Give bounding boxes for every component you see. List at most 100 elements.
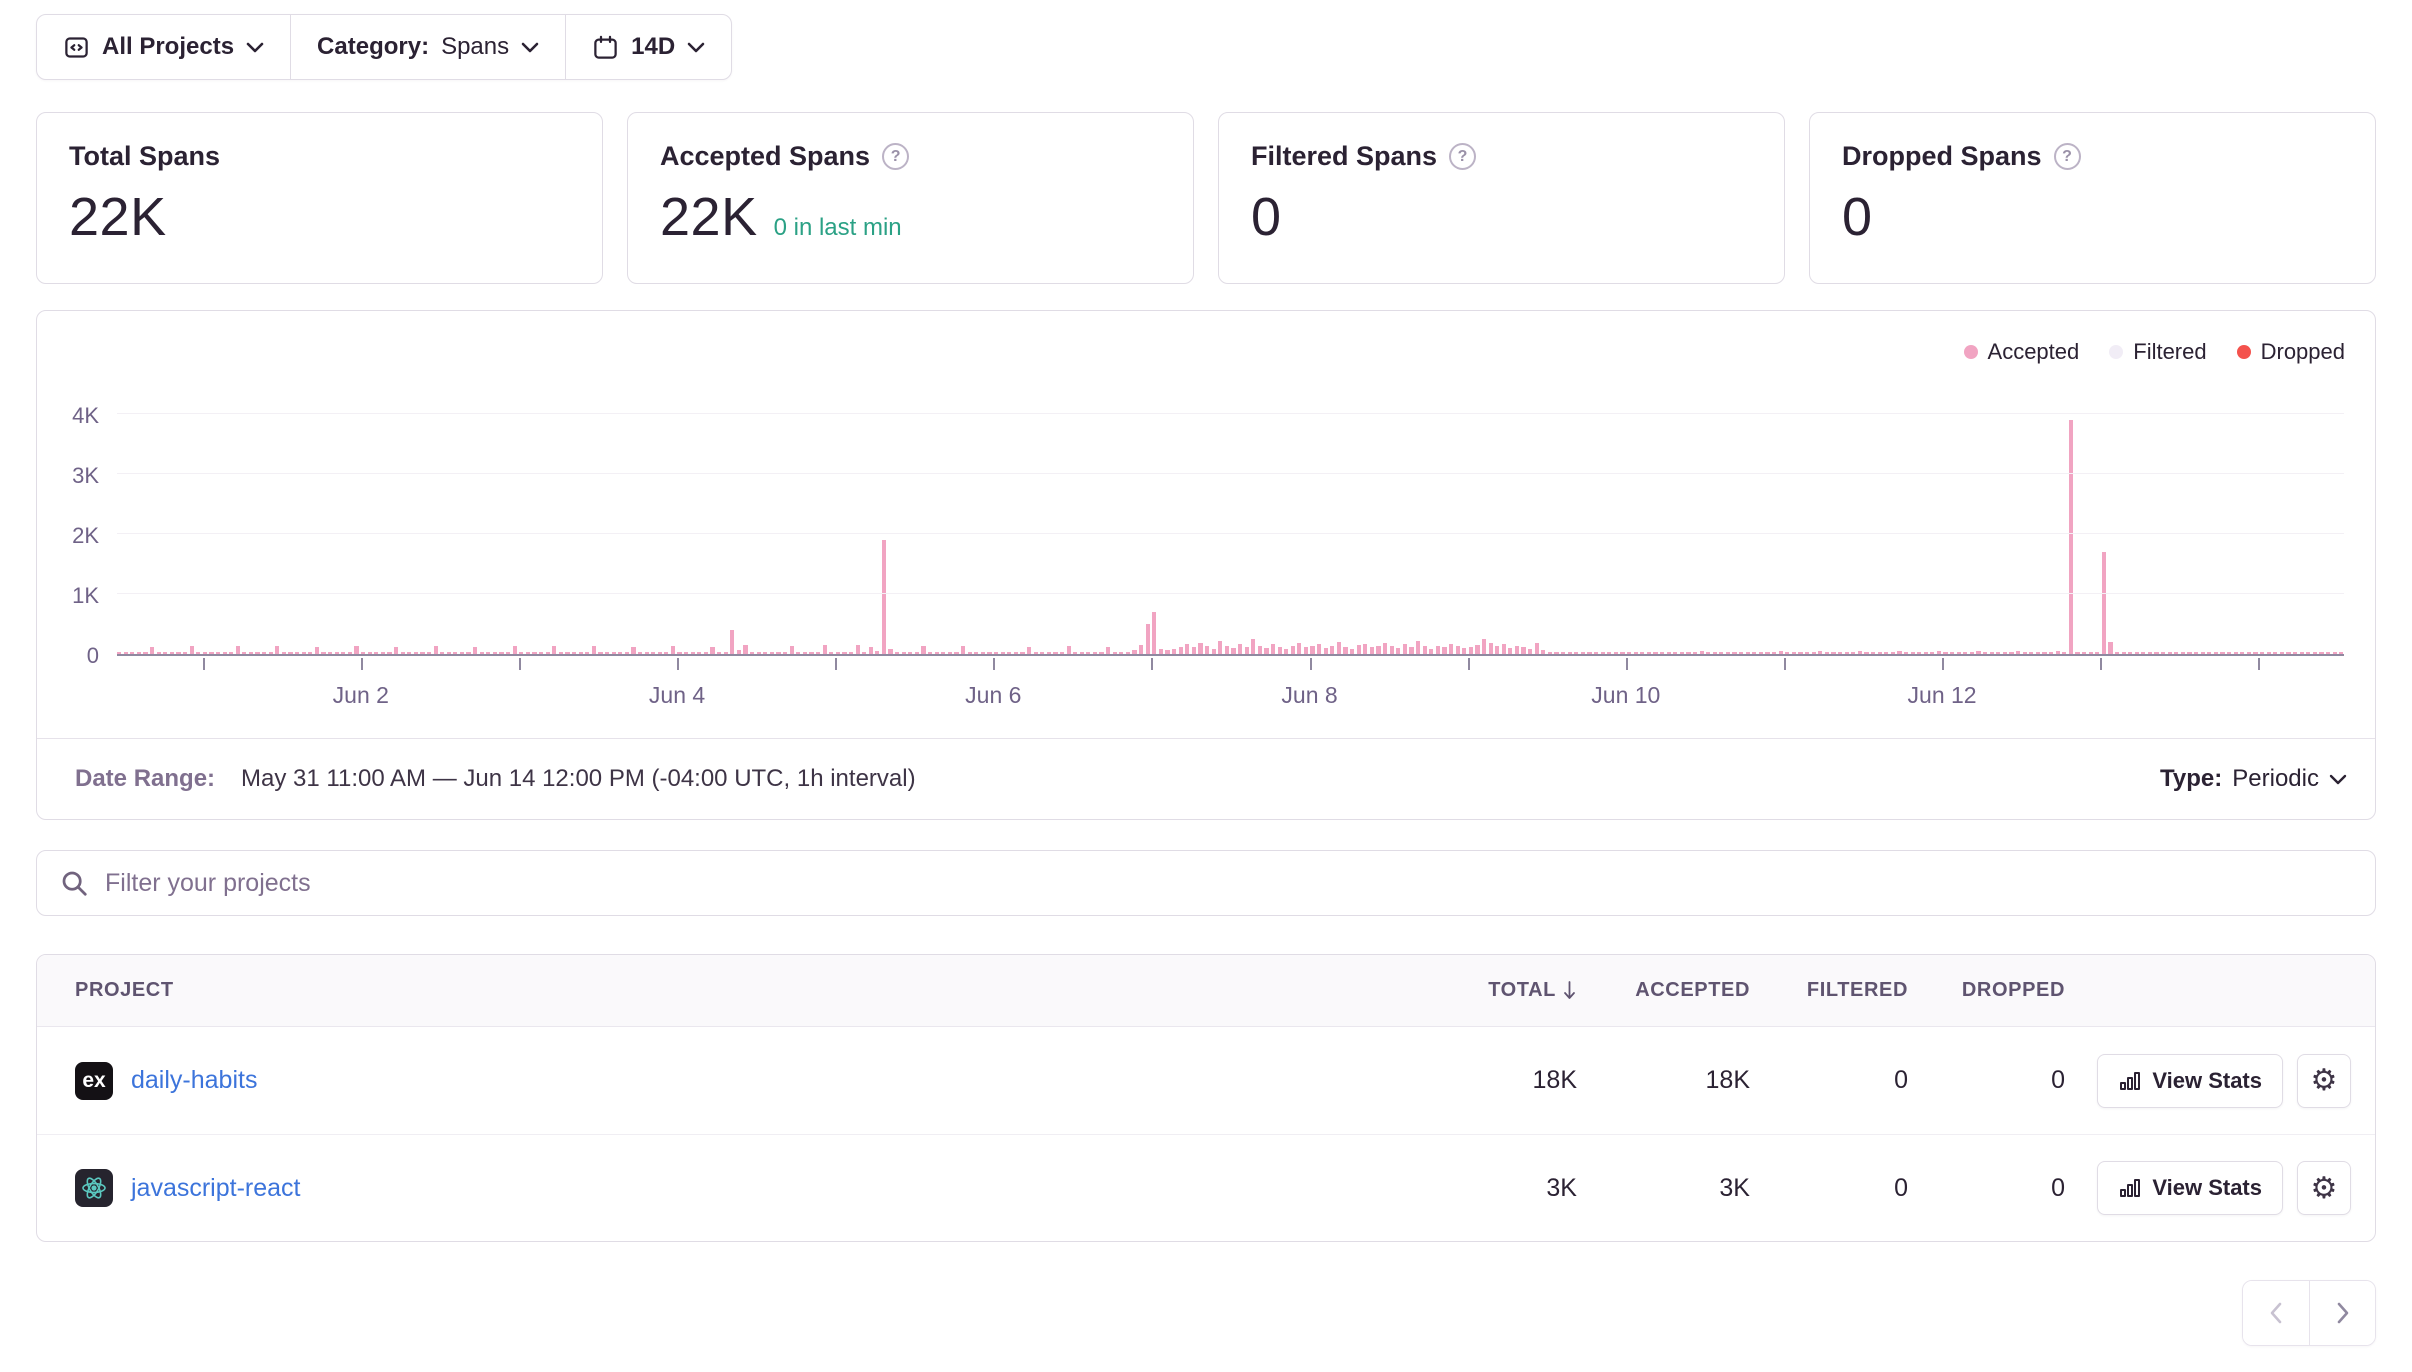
accepted-bar (308, 652, 312, 654)
accepted-bar (2141, 652, 2145, 654)
accepted-bar (1337, 642, 1341, 654)
card-value: 0 (1842, 186, 1873, 248)
accepted-bar (2128, 652, 2132, 654)
gridline (117, 593, 2344, 594)
accepted-bar (981, 652, 985, 654)
accepted-bar (1785, 652, 1789, 654)
project-filter-dropdown[interactable]: All Projects (37, 15, 290, 79)
usage-chart-panel: AcceptedFilteredDropped 01K2K3K4K Jun 2J… (36, 310, 2376, 820)
accepted-bar (2023, 652, 2027, 654)
accepted-bar (1686, 652, 1690, 654)
accepted-bar (1245, 647, 1249, 654)
column-header-accepted[interactable]: ACCEPTED (1577, 979, 1750, 1002)
help-icon[interactable]: ? (882, 143, 909, 170)
accepted-bar (414, 652, 418, 654)
accepted-bar (888, 649, 892, 654)
help-icon[interactable]: ? (1449, 143, 1476, 170)
type-dropdown[interactable]: Type: Periodic (2160, 765, 2347, 793)
accepted-bar (460, 652, 464, 654)
x-axis-label: Jun 10 (1591, 682, 1660, 709)
legend-label: Accepted (1988, 339, 2080, 365)
accepted-bar (519, 652, 523, 654)
accepted-bar (1390, 646, 1394, 654)
column-header-dropped[interactable]: DROPPED (1908, 979, 2065, 1002)
accepted-bar (440, 652, 444, 654)
accepted-bar (849, 652, 853, 654)
accepted-bar (816, 652, 820, 654)
accepted-bar (1825, 652, 1829, 654)
accepted-bar (1653, 652, 1657, 654)
accepted-bar (2234, 652, 2238, 654)
accepted-bar (1409, 647, 1413, 654)
previous-page-button[interactable] (2243, 1281, 2309, 1345)
accepted-bar (2036, 652, 2040, 654)
legend-item-filtered[interactable]: Filtered (2109, 339, 2206, 365)
date-range-value: 14D (631, 33, 675, 61)
accepted-bar (585, 652, 589, 654)
accepted-bar (401, 652, 405, 654)
accepted-bar (677, 652, 681, 654)
accepted-bar (1792, 652, 1796, 654)
project-settings-button[interactable]: ⚙ (2297, 1161, 2351, 1215)
cell-total: 18K (1407, 1066, 1577, 1095)
legend-item-dropped[interactable]: Dropped (2237, 339, 2345, 365)
legend-item-accepted[interactable]: Accepted (1964, 339, 2080, 365)
accepted-bar (1053, 652, 1057, 654)
accepted-bar (1212, 649, 1216, 654)
column-header-total[interactable]: TOTAL (1407, 979, 1577, 1002)
accepted-bar (1291, 646, 1295, 654)
project-link[interactable]: daily-habits (131, 1066, 257, 1095)
column-header-filtered[interactable]: FILTERED (1750, 979, 1908, 1002)
view-stats-button[interactable]: View Stats (2097, 1054, 2283, 1108)
x-axis-tick (2100, 658, 2102, 670)
project-link[interactable]: javascript-react (131, 1174, 301, 1203)
card-title: Accepted Spans (660, 141, 870, 172)
accepted-bar (2273, 652, 2277, 654)
x-axis-tick (1942, 658, 1944, 670)
accepted-bar (1159, 649, 1163, 654)
accepted-bar (1508, 648, 1512, 654)
view-stats-button[interactable]: View Stats (2097, 1161, 2283, 1215)
card-title: Dropped Spans (1842, 141, 2042, 172)
category-filter-dropdown[interactable]: Category: Spans (290, 15, 565, 79)
accepted-bar (427, 652, 431, 654)
accepted-bar (374, 652, 378, 654)
table-header: PROJECT TOTAL ACCEPTED FILTERED DROPPED (37, 955, 2375, 1027)
accepted-bar (2293, 652, 2297, 654)
help-icon[interactable]: ? (2054, 143, 2081, 170)
accepted-bar (1950, 652, 1954, 654)
accepted-bar (2260, 652, 2264, 654)
accepted-bar (2280, 652, 2284, 654)
accepted-bar (717, 652, 721, 654)
date-range-dropdown[interactable]: 14D (565, 15, 731, 79)
accepted-bar (1917, 652, 1921, 654)
accepted-bar (994, 652, 998, 654)
accepted-bar (856, 645, 860, 654)
accepted-bar (1495, 646, 1499, 654)
accepted-bar (1587, 652, 1591, 654)
accepted-bar (1093, 652, 1097, 654)
accepted-bar (1851, 652, 1855, 654)
accepted-bar (2319, 652, 2323, 654)
project-settings-button[interactable]: ⚙ (2297, 1054, 2351, 1108)
accepted-bar (1297, 643, 1301, 654)
accepted-bar (1904, 652, 1908, 654)
column-header-project[interactable]: PROJECT (75, 979, 1407, 1002)
accepted-bar (1937, 651, 1941, 654)
accepted-bar (1416, 641, 1420, 654)
accepted-bar (506, 652, 510, 654)
next-page-button[interactable] (2309, 1281, 2375, 1345)
accepted-bar (1891, 652, 1895, 654)
accepted-bar (1990, 652, 1994, 654)
accepted-bar (902, 652, 906, 654)
accepted-bar (612, 652, 616, 654)
accepted-bar (2082, 652, 2086, 654)
y-axis-label: 2K (72, 523, 99, 549)
accepted-bar (968, 652, 972, 654)
x-axis-label: Jun 12 (1908, 682, 1977, 709)
card-title: Filtered Spans (1251, 141, 1437, 172)
accepted-bar (730, 630, 734, 654)
x-axis-tick (1151, 658, 1153, 670)
search-input[interactable] (105, 869, 2353, 898)
accepted-bar (1554, 652, 1558, 654)
